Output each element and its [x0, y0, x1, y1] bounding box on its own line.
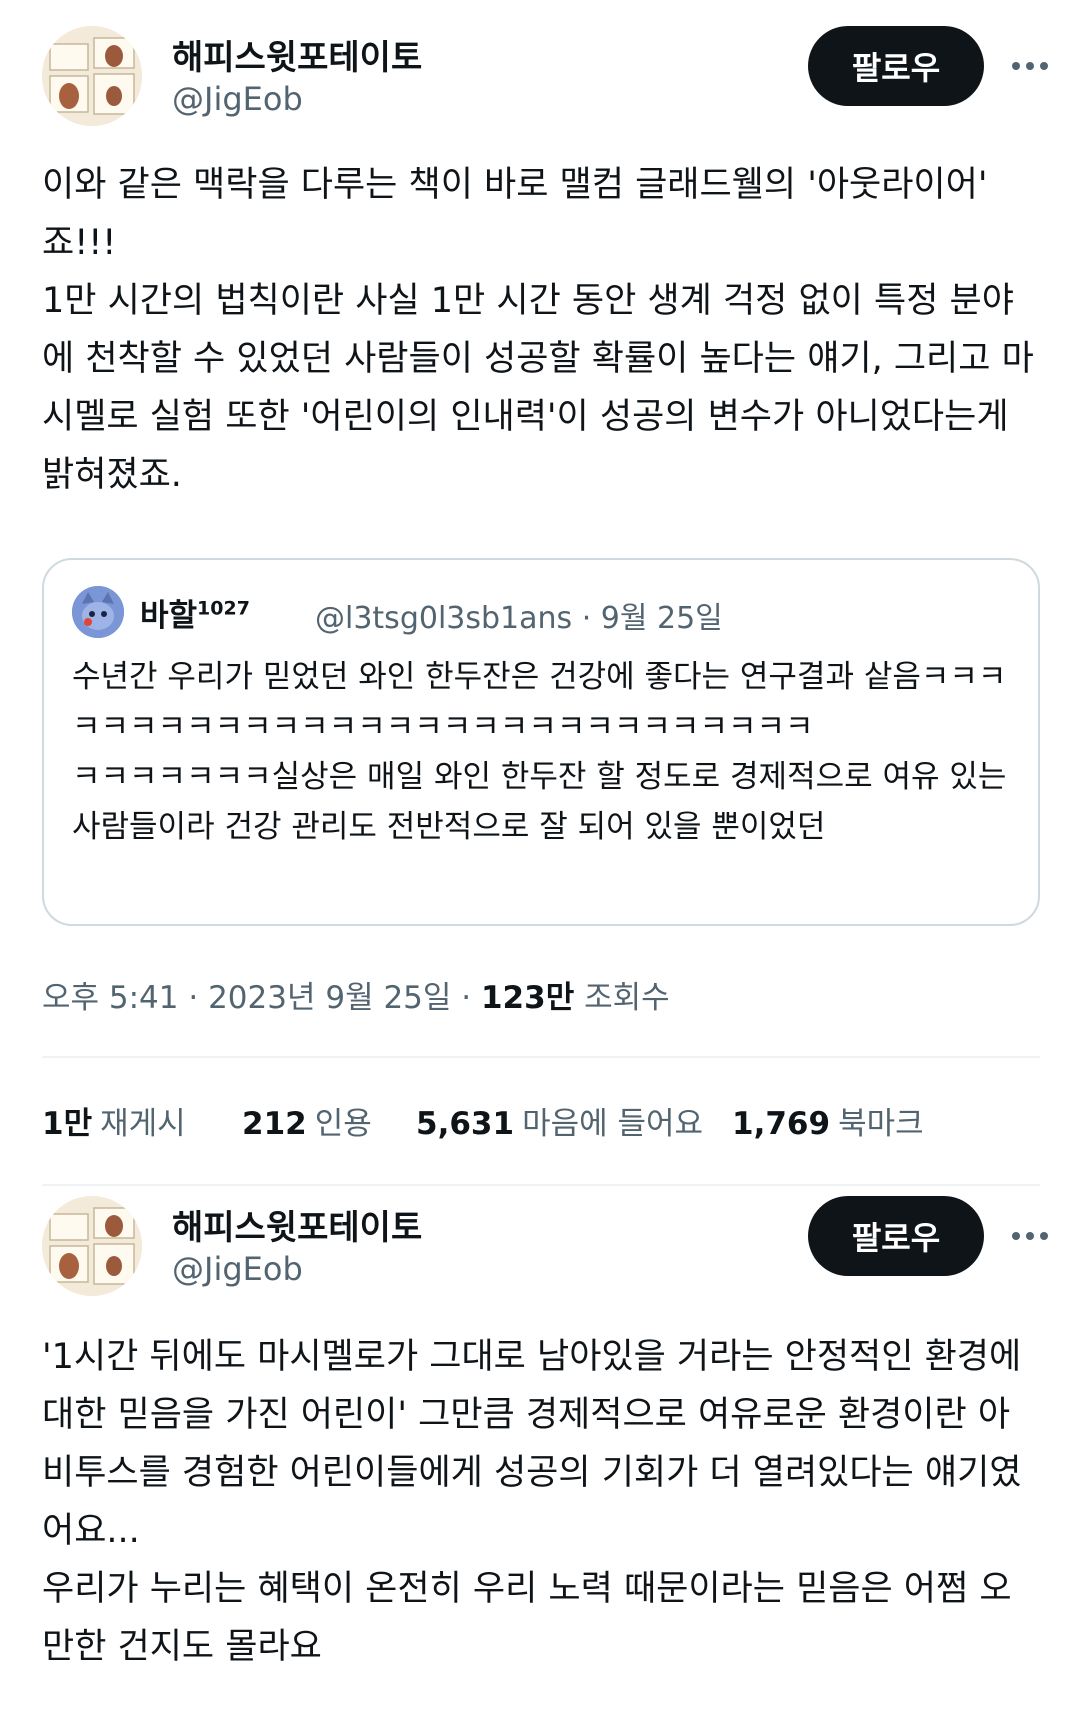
author-name[interactable]: 해피스윗포테이토 [172, 30, 422, 79]
author-avatar[interactable] [42, 1196, 142, 1296]
quote-author-handle[interactable]: @l3tsg0l3sb1ans [315, 601, 572, 636]
quote-meta: @l3tsg0l3sb1ans · 9월 25일 [315, 601, 723, 636]
tweet-header: 해피스윗포테이토 @JigEob 팔로우 [42, 26, 1048, 136]
stat-value: 5,631 [416, 1106, 515, 1142]
quote-text: 수년간 우리가 믿었던 와인 한두잔은 건강에 좋다는 연구결과 샅음ㅋㅋㅋㅋㅋ… [72, 659, 1007, 845]
quote-author-avatar[interactable] [72, 586, 124, 638]
author-handle[interactable]: @JigEob [172, 80, 303, 118]
quote-author-name-superscript: 1027 [197, 597, 250, 620]
quote-author-name[interactable]: 바할1027 [140, 590, 250, 635]
divider [42, 1056, 1040, 1058]
stat-reposts[interactable]: 1만 재게시 [42, 1098, 186, 1143]
author-handle[interactable]: @JigEob [172, 1250, 303, 1288]
stat-quotes[interactable]: 212 인용 [242, 1098, 372, 1143]
tweet-text: 이와 같은 맥락을 다루는 책이 바로 맬컴 글래드웰의 '아웃라이어' 죠!!… [42, 165, 1034, 495]
quoted-tweet[interactable]: 바할1027 @l3tsg0l3sb1ans · 9월 25일 수년간 우리가 … [42, 558, 1040, 926]
tweet-timestamp: 오후 5:41 · 2023년 9월 25일 · 123만 조회수 [42, 980, 670, 1016]
stat-value: 1만 [42, 1106, 93, 1142]
stat-bookmarks[interactable]: 1,769 북마크 [732, 1098, 924, 1143]
stat-label: 마음에 들어요 [522, 1106, 704, 1142]
follow-button[interactable]: 팔로우 [808, 1196, 984, 1276]
stat-label: 재게시 [100, 1106, 186, 1142]
stat-likes[interactable]: 5,631 마음에 들어요 [416, 1098, 703, 1143]
more-horizontal-icon[interactable] [1010, 1224, 1050, 1248]
divider [42, 1184, 1040, 1186]
follow-button[interactable]: 팔로우 [808, 26, 984, 106]
quote-date[interactable]: 9월 25일 [601, 601, 723, 636]
tweet-date[interactable]: 2023년 9월 25일 [208, 980, 451, 1016]
tweet-text: '1시간 뒤에도 마시멜로가 그대로 남아있을 거라는 안정적인 환경에 대한 … [42, 1337, 1022, 1667]
more-horizontal-icon[interactable] [1010, 54, 1050, 78]
author-avatar[interactable] [42, 26, 142, 126]
tweet-time[interactable]: 오후 5:41 [42, 980, 179, 1016]
stat-label: 인용 [314, 1106, 372, 1142]
view-count-label: 조회수 [584, 980, 670, 1016]
stat-label: 북마크 [838, 1106, 924, 1142]
author-name[interactable]: 해피스윗포테이토 [172, 1200, 422, 1249]
view-count: 123만 [480, 980, 575, 1016]
quote-author-name-text: 바할 [140, 598, 198, 634]
stat-value: 212 [242, 1106, 307, 1142]
tweet-header: 해피스윗포테이토 @JigEob 팔로우 [42, 1196, 1048, 1306]
stat-value: 1,769 [732, 1106, 831, 1142]
